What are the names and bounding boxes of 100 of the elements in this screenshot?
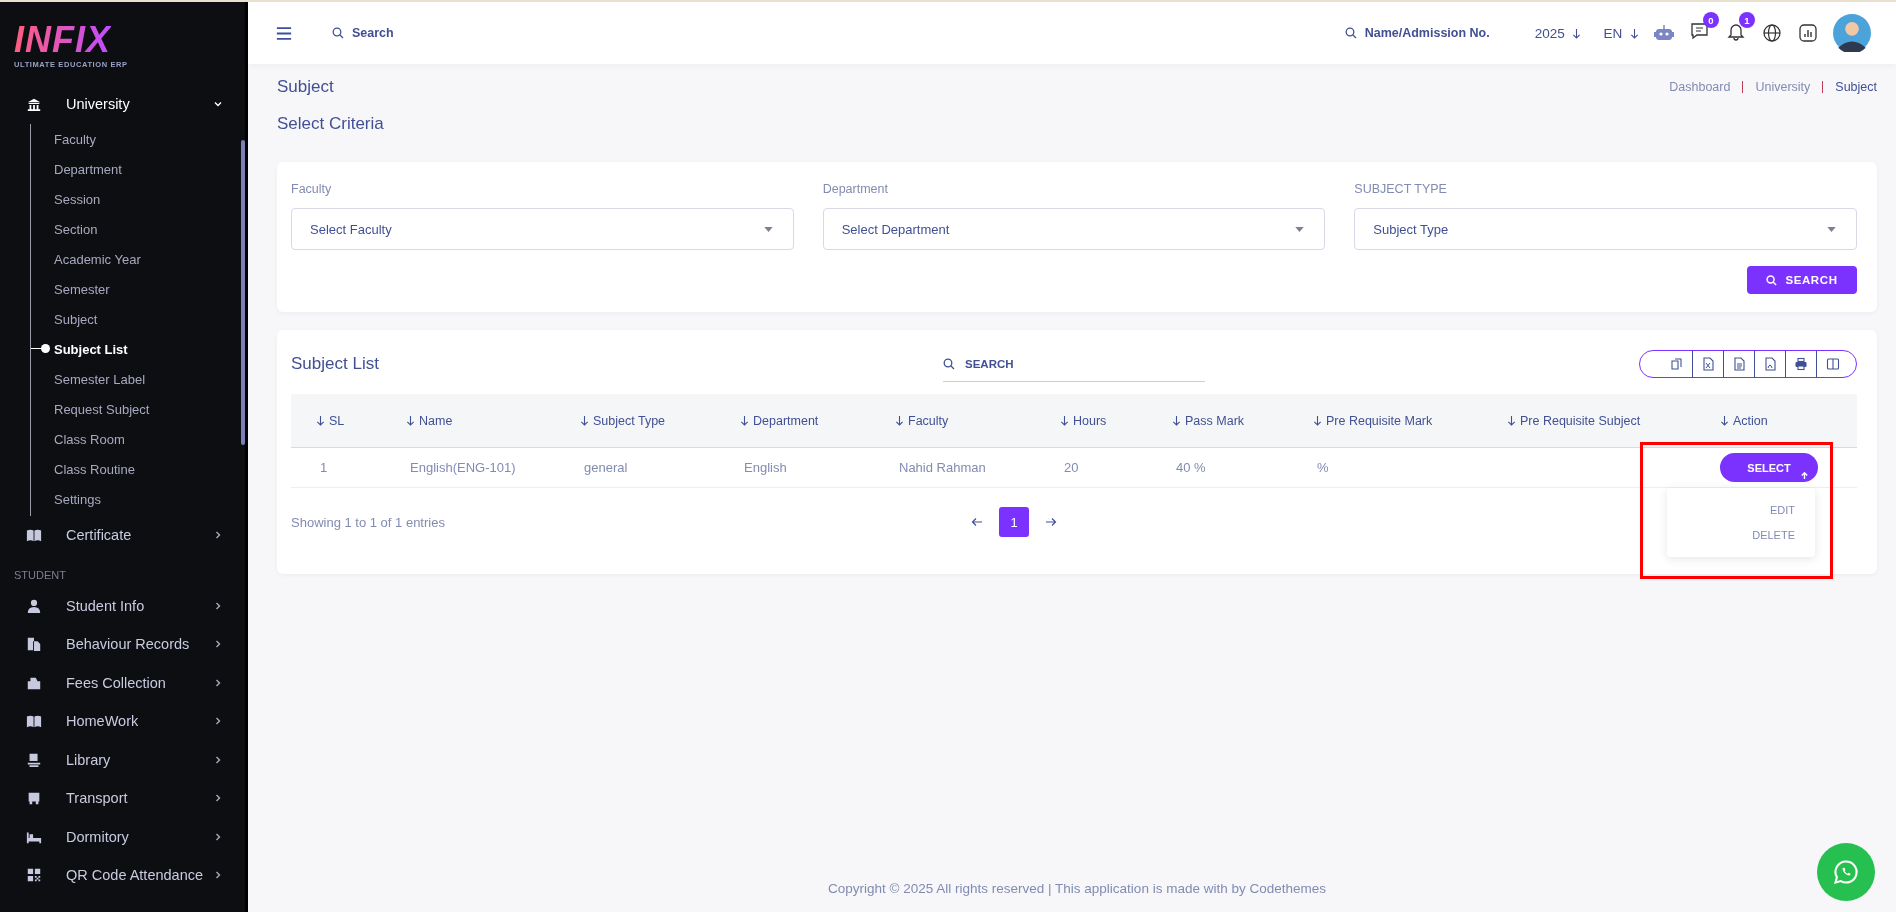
- sort-arrow-icon[interactable]: [1060, 414, 1069, 426]
- submenu-item[interactable]: Department: [31, 154, 245, 184]
- column-header[interactable]: Department: [753, 413, 819, 428]
- select-dropdown[interactable]: Subject Type: [1354, 208, 1857, 250]
- search-icon: [1766, 274, 1778, 286]
- menu-item[interactable]: Behaviour Records: [0, 625, 245, 664]
- submenu-item[interactable]: Semester Label: [31, 364, 245, 394]
- section-heading: STUDENT: [13, 567, 67, 583]
- submenu-item[interactable]: Section: [31, 214, 245, 244]
- table-cell: Nahid Rahman: [899, 460, 986, 475]
- submenu-item[interactable]: Semester: [31, 274, 245, 304]
- table-cell: English(ENG-101): [410, 460, 516, 475]
- column-header[interactable]: Pre Requisite Mark: [1326, 413, 1433, 428]
- sort-arrow-icon[interactable]: [895, 414, 904, 426]
- sort-arrow-icon[interactable]: [580, 414, 589, 426]
- sort-arrow-icon[interactable]: [1720, 414, 1729, 426]
- qr-code-icon: [26, 867, 42, 884]
- chart-icon[interactable]: [1797, 22, 1819, 44]
- breadcrumb-link[interactable]: Subject: [1835, 80, 1877, 94]
- menu-item[interactable]: Fees Collection: [0, 663, 245, 702]
- books-icon: [26, 751, 42, 768]
- column-header[interactable]: Action: [1733, 413, 1768, 428]
- notification-count-badge: 1: [1739, 12, 1755, 28]
- column-header[interactable]: Pass Mark: [1185, 413, 1245, 428]
- avatar[interactable]: [1833, 14, 1871, 52]
- book-icon: [26, 527, 42, 544]
- submenu-item[interactable]: Class Room: [31, 424, 245, 454]
- previous-page-icon[interactable]: [971, 517, 983, 527]
- page-button[interactable]: 1: [999, 507, 1029, 537]
- language-selector[interactable]: EN: [1603, 25, 1639, 41]
- student-search-field[interactable]: Name/Admission No.: [1362, 25, 1513, 41]
- search-field[interactable]: Search: [350, 25, 470, 41]
- search-icon: [943, 357, 955, 370]
- search-button[interactable]: SEARCH: [1747, 266, 1857, 294]
- year-selector[interactable]: 2025: [1534, 25, 1582, 41]
- chevron-right-icon: [213, 530, 223, 541]
- arrow-down-icon: [1572, 27, 1582, 39]
- menu-item[interactable]: Certificate: [0, 516, 245, 555]
- submenu-item[interactable]: Subject: [31, 304, 245, 334]
- chevron-right-icon: [213, 793, 223, 804]
- chevron-down-icon: [213, 99, 223, 109]
- next-page-icon[interactable]: [1045, 517, 1057, 527]
- globe-icon[interactable]: [1761, 22, 1783, 44]
- arrow-down-icon: [1630, 27, 1639, 39]
- submenu-item[interactable]: Academic Year: [31, 244, 245, 274]
- submenu-item[interactable]: Request Subject: [31, 394, 245, 424]
- chevron-right-icon: [213, 716, 223, 727]
- search-icon: [1344, 27, 1357, 39]
- column-header[interactable]: Hours: [1073, 413, 1107, 428]
- column-header[interactable]: Faculty: [908, 413, 949, 428]
- print-icon: [1794, 357, 1808, 371]
- table-cell: %: [1317, 460, 1329, 475]
- section-title: Select Criteria: [277, 114, 385, 134]
- sort-arrow-icon[interactable]: [1313, 414, 1322, 426]
- menu-option[interactable]: EDIT: [1769, 504, 1795, 516]
- person-icon: [26, 597, 42, 614]
- column-header[interactable]: SL: [329, 413, 345, 428]
- submenu-item[interactable]: Faculty: [31, 124, 245, 154]
- chevron-right-icon: [213, 639, 223, 650]
- table-cell: 1: [320, 460, 328, 475]
- menu-item[interactable]: University: [0, 84, 245, 124]
- menu-item[interactable]: Library: [0, 740, 245, 779]
- column-header[interactable]: Pre Requisite Subject: [1520, 413, 1641, 428]
- field-label: Faculty: [291, 182, 333, 196]
- sort-arrow-icon[interactable]: [406, 414, 415, 426]
- card-title: Subject List: [291, 354, 380, 374]
- chevron-right-icon: [213, 831, 223, 842]
- submenu-item[interactable]: Class Routine: [31, 454, 245, 484]
- submenu-item[interactable]: Session: [31, 184, 245, 214]
- chevron-right-icon: [213, 600, 223, 611]
- chevron-right-icon: [213, 754, 223, 765]
- menu-item[interactable]: Student Info: [0, 586, 245, 625]
- sort-arrow-icon[interactable]: [740, 414, 749, 426]
- chat-icon[interactable]: [1689, 20, 1711, 42]
- menu-item[interactable]: Dormitory: [0, 817, 245, 856]
- field-label: SUBJECT TYPE: [1354, 182, 1448, 196]
- column-header[interactable]: Subject Type: [593, 413, 666, 428]
- menu-item[interactable]: QR Code Attendance: [0, 856, 245, 895]
- select-dropdown[interactable]: Select Faculty: [291, 208, 794, 250]
- table-cell: English: [744, 460, 787, 475]
- scrollbar[interactable]: [241, 140, 245, 445]
- sort-arrow-icon[interactable]: [1507, 414, 1516, 426]
- entries-info: Showing 1 to 1 of 1 entries: [291, 514, 446, 530]
- chevron-right-icon: [213, 870, 223, 881]
- select-dropdown[interactable]: Select Department: [822, 208, 1326, 250]
- table-cell: 20: [1064, 460, 1079, 475]
- menu-icon[interactable]: [276, 26, 292, 40]
- submenu-item[interactable]: Subject List: [31, 334, 245, 364]
- column-header[interactable]: Name: [419, 413, 453, 428]
- excel-file-icon: [1701, 357, 1715, 371]
- copy-icon: [1670, 357, 1684, 371]
- sort-arrow-icon[interactable]: [316, 414, 325, 426]
- menu-item[interactable]: Transport: [0, 779, 245, 818]
- submenu-item[interactable]: Settings: [31, 484, 245, 514]
- select-dropdown-button[interactable]: SELECT: [1720, 453, 1818, 482]
- menu-item[interactable]: HomeWork: [0, 702, 245, 741]
- menu-option[interactable]: DELETE: [1752, 529, 1795, 541]
- search-icon: [332, 27, 344, 39]
- sort-arrow-icon[interactable]: [1172, 414, 1181, 426]
- documents-icon: [26, 636, 42, 653]
